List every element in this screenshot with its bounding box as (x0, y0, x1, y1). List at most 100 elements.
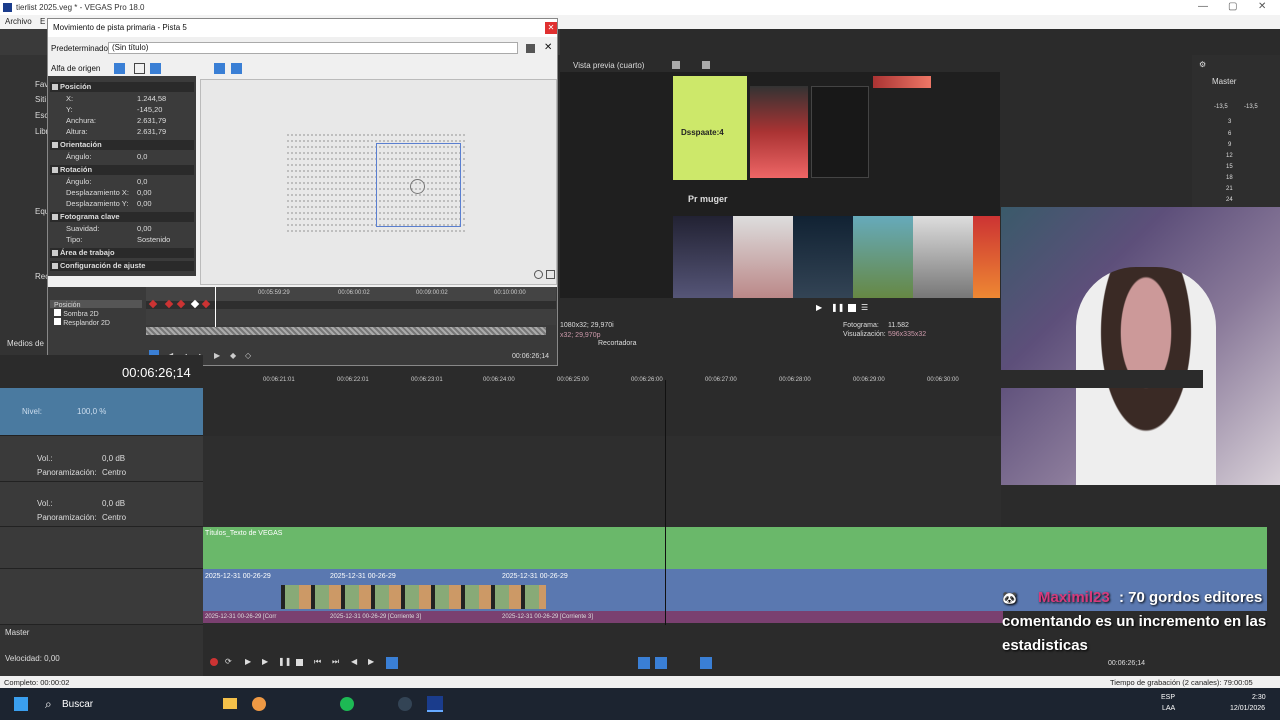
prop-height[interactable]: Altura: 2.631,79 (48, 127, 196, 138)
sub-clip-lane[interactable]: 2025-12-31 00-26-29 [Corr 2025-12-31 00-… (203, 611, 1003, 623)
prop-orientation-angle[interactable]: Ángulo: 0,0 (48, 152, 196, 163)
track-header-audio-7[interactable]: Vol.: 0,0 dB Panoramización: Centro (0, 482, 203, 527)
text-clip-label[interactable]: Títulos_Texto de VEGAS (205, 530, 282, 537)
kf-delete-icon[interactable]: ◇ (245, 351, 251, 360)
maximize-button[interactable]: ▢ (1228, 1, 1237, 12)
media-tab[interactable]: Medios de (7, 339, 44, 348)
video-preview[interactable]: Dsspaate:4 Pr muger (560, 72, 1000, 298)
prop-offset-y[interactable]: Desplazamiento Y: 0,00 (48, 199, 196, 210)
toolbar-icon[interactable] (114, 63, 125, 74)
kf-track-shadow[interactable]: Sombra 2D (50, 309, 142, 318)
prop-rotation-angle[interactable]: Ángulo: 0,0 (48, 177, 196, 188)
preview-icon[interactable] (672, 61, 680, 69)
track-header-main[interactable] (0, 569, 203, 625)
section-workarea[interactable]: Área de trabajo (50, 248, 194, 258)
frame-center-handle[interactable] (410, 179, 425, 194)
spotify-icon[interactable] (340, 697, 354, 711)
preview-pause-icon[interactable]: ❚❚ (831, 303, 844, 312)
kf-next-icon[interactable]: ▶ (214, 351, 220, 360)
prop-value[interactable]: 2.631,79 (137, 127, 166, 136)
prop-value[interactable]: 0,0 (137, 177, 147, 186)
play-icon[interactable]: ▶ (262, 657, 268, 666)
prop-value[interactable]: 0,00 (137, 188, 152, 197)
stop-icon[interactable] (296, 659, 303, 666)
section-snap[interactable]: Configuración de ajuste (50, 261, 194, 271)
dialog-close-button[interactable]: ✕ (545, 22, 557, 34)
prop-value[interactable]: 0,0 (137, 152, 147, 161)
prop-width[interactable]: Anchura: 2.631,79 (48, 116, 196, 127)
preview-stop-icon[interactable] (848, 304, 856, 312)
settings-icon[interactable]: ⚙ (1199, 60, 1206, 69)
move-icon[interactable] (546, 270, 555, 279)
audio-lane[interactable] (203, 436, 1001, 527)
search-icon[interactable]: ⌕ (45, 697, 52, 712)
preset-select[interactable]: (Sin título) (108, 42, 518, 54)
folder-icon[interactable] (223, 698, 237, 709)
clip-label[interactable]: 2025-12-31 00-26-29 (205, 573, 271, 580)
loop-icon[interactable]: ⟳ (225, 657, 232, 666)
delete-preset-icon[interactable]: ✕ (544, 42, 552, 53)
next-frame-icon[interactable]: ▶ (368, 657, 374, 666)
play-start-icon[interactable]: ▶ (245, 657, 251, 666)
toolbar-icon[interactable] (134, 63, 145, 74)
taskbar-search[interactable]: Buscar (62, 699, 93, 710)
preview-icon[interactable] (702, 61, 710, 69)
tool-icon[interactable] (700, 657, 712, 669)
kf-add-icon[interactable]: ◆ (230, 351, 236, 360)
save-preset-icon[interactable] (526, 44, 535, 53)
kf-track-checkbox[interactable] (54, 309, 61, 316)
clip-label[interactable]: 2025-12-31 00-26-29 (502, 573, 568, 580)
timeline-cursor[interactable] (665, 380, 666, 625)
prop-type[interactable]: Tipo: Sostenido (48, 235, 196, 246)
kf-track-checkbox[interactable] (54, 318, 61, 325)
preview-quality-dropdown[interactable]: Vista previa (cuarto) (573, 61, 644, 70)
browser-icon[interactable] (252, 697, 266, 711)
tool-icon[interactable] (638, 657, 650, 669)
prop-value[interactable]: -145,20 (137, 105, 162, 114)
prop-value[interactable]: 0,00 (137, 224, 152, 233)
sub-clip-label[interactable]: 2025-12-31 00-26-29 [Corriente 3] (502, 614, 593, 620)
sub-clip-label[interactable]: 2025-12-31 00-26-29 [Corriente 3] (330, 614, 421, 620)
tool-icon[interactable] (655, 657, 667, 669)
close-window-button[interactable]: ✕ (1258, 1, 1266, 12)
prev-frame-icon[interactable]: ◀ (351, 657, 357, 666)
toolbar-icon[interactable] (150, 63, 161, 74)
track-header-text[interactable] (0, 527, 203, 569)
steam-icon[interactable] (398, 697, 412, 711)
menu-edit[interactable]: E (40, 17, 45, 26)
clock-time[interactable]: 2:30 (1252, 694, 1266, 701)
section-keyframe[interactable]: Fotograma clave (50, 212, 194, 222)
prop-value[interactable]: 1.244,58 (137, 94, 166, 103)
preview-menu-icon[interactable]: ☰ (861, 303, 868, 312)
kf-track-position[interactable]: Posición (50, 300, 142, 309)
prop-value[interactable]: 2.631,79 (137, 116, 166, 125)
menu-file[interactable]: Archivo (5, 17, 32, 26)
clock-date[interactable]: 12/01/2026 (1230, 705, 1265, 712)
source-alpha-dropdown[interactable]: Alfa de origen (51, 64, 100, 73)
text-track-lane[interactable]: Títulos_Texto de VEGAS (203, 527, 1267, 569)
prop-smoothness[interactable]: Suavidad: 0,00 (48, 224, 196, 235)
prop-value[interactable]: 0,00 (137, 199, 152, 208)
track-header-video[interactable]: Nivel: 100,0 % (0, 388, 203, 436)
sub-clip-label[interactable]: 2025-12-31 00-26-29 [Corr (205, 614, 276, 620)
preview-play-icon[interactable]: ▶ (816, 303, 822, 312)
tool-icon[interactable] (386, 657, 398, 669)
motion-canvas[interactable] (200, 79, 557, 285)
toolbar-icon[interactable] (214, 63, 225, 74)
minimize-button[interactable]: — (1198, 1, 1208, 12)
prop-offset-x[interactable]: Desplazamiento X: 0,00 (48, 188, 196, 199)
prop-x[interactable]: X: 1.244,58 (48, 94, 196, 105)
toolbar-icon[interactable] (231, 63, 242, 74)
track-header-audio-6[interactable]: Vol.: 0,0 dB Panoramización: Centro (0, 436, 203, 482)
section-rotation[interactable]: Rotación (50, 165, 194, 175)
pause-icon[interactable]: ❚❚ (278, 657, 291, 666)
kf-playhead[interactable] (215, 287, 216, 327)
kf-track-glow[interactable]: Resplandor 2D (50, 318, 142, 327)
go-end-icon[interactable]: ⏭ (332, 657, 339, 667)
kf-lane[interactable] (146, 309, 556, 325)
go-start-icon[interactable]: ⏮ (314, 657, 321, 667)
section-orientation[interactable]: Orientación (50, 140, 194, 150)
record-icon[interactable] (210, 658, 218, 666)
lang-indicator-2[interactable]: LAA (1162, 705, 1175, 712)
vegas-icon[interactable] (427, 696, 443, 712)
